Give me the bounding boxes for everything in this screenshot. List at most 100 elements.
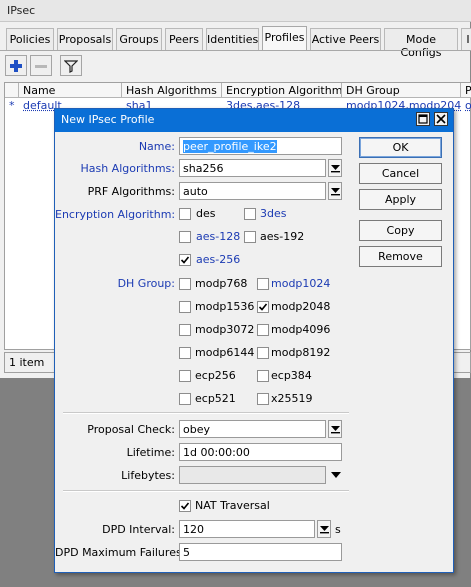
dropdown-arrow-icon (331, 188, 340, 196)
lifebytes-field[interactable] (179, 466, 326, 484)
dh-modp3072-label: modp3072 (195, 323, 255, 336)
dh-ecp521-label: ecp521 (195, 392, 236, 405)
dialog-title: New IPsec Profile (61, 113, 155, 126)
remove-button[interactable] (30, 55, 52, 76)
name-field[interactable]: peer_profile_ike2 (179, 137, 342, 155)
row-marker: * (9, 99, 15, 112)
prf-algorithms-select[interactable]: auto (179, 182, 326, 200)
proposal-check-dropdown[interactable] (328, 420, 342, 438)
dh-x25519-label: x25519 (271, 392, 313, 405)
dh-modp1536-checkbox[interactable] (179, 301, 191, 313)
enc-aes-256-label: aes-256 (196, 253, 241, 266)
checkmark-icon (258, 303, 268, 311)
enc-des-checkbox[interactable] (179, 208, 191, 220)
dh-modp8192-checkbox[interactable] (257, 347, 269, 359)
enc-aes-128-checkbox[interactable] (179, 231, 191, 243)
proposal-check-label: Proposal Check: (87, 423, 175, 436)
lifetime-field[interactable]: 1d 00:00:00 (179, 443, 342, 461)
dropdown-arrow-icon (331, 165, 340, 173)
filter-icon (64, 60, 78, 73)
dh-ecp256-checkbox[interactable] (179, 370, 191, 382)
enc-aes-192-checkbox[interactable] (244, 231, 256, 243)
minus-icon (35, 65, 47, 68)
proposal-check-select[interactable]: obey (179, 420, 326, 438)
filter-button[interactable] (60, 55, 82, 76)
tab-active-peers[interactable]: Active Peers (310, 28, 381, 50)
prf-algorithms-dropdown[interactable] (328, 182, 342, 200)
enc-3des-checkbox[interactable] (244, 208, 256, 220)
enc-aes-192-label: aes-192 (260, 230, 305, 243)
hash-algorithms-select[interactable]: sha256 (179, 159, 326, 177)
hash-algorithms-label: Hash Algorithms: (80, 162, 175, 175)
add-button[interactable] (5, 55, 27, 76)
lifebytes-expand-icon[interactable] (331, 472, 341, 479)
remove-profile-button[interactable]: Remove (359, 246, 442, 267)
plus-icon (10, 60, 22, 72)
close-button[interactable] (434, 112, 448, 126)
nat-traversal-checkbox[interactable] (179, 500, 191, 512)
dh-modp768-checkbox[interactable] (179, 278, 191, 290)
section-divider (63, 412, 349, 414)
maximize-icon (418, 114, 428, 124)
section-divider (63, 490, 349, 492)
dpd-interval-label: DPD Interval: (102, 523, 175, 536)
dh-modp1024-checkbox[interactable] (257, 278, 269, 290)
name-label: Name: (138, 140, 175, 153)
dh-modp2048-label: modp2048 (271, 300, 331, 313)
dh-modp4096-label: modp4096 (271, 323, 331, 336)
dh-modp768-label: modp768 (195, 277, 248, 290)
tab-peers[interactable]: Peers (165, 28, 203, 50)
dh-ecp384-label: ecp384 (271, 369, 312, 382)
column-proposal[interactable]: Pr (461, 83, 471, 98)
lifebytes-label: Lifebytes: (121, 469, 175, 482)
dh-x25519-checkbox[interactable] (257, 393, 269, 405)
tab-policies[interactable]: Policies (6, 28, 54, 50)
dh-modp2048-checkbox[interactable] (257, 301, 269, 313)
dh-modp1024-label: modp1024 (271, 277, 331, 290)
dpd-interval-dropdown[interactable] (317, 520, 331, 538)
dh-ecp384-checkbox[interactable] (257, 370, 269, 382)
cancel-button[interactable]: Cancel (359, 163, 442, 184)
dpd-max-failures-label: DPD Maximum Failures: (55, 546, 186, 559)
dh-ecp521-checkbox[interactable] (179, 393, 191, 405)
ok-button[interactable]: OK (359, 137, 442, 158)
copy-button[interactable]: Copy (359, 220, 442, 241)
dialog-titlebar[interactable]: New IPsec Profile (55, 109, 453, 132)
tab-mode-configs[interactable]: Mode Configs (384, 28, 458, 59)
lifetime-label: Lifetime: (126, 446, 175, 459)
enc-aes-256-checkbox[interactable] (179, 254, 191, 266)
encryption-algorithm-label: Encryption Algorithm: (55, 208, 176, 221)
apply-button[interactable]: Apply (359, 189, 442, 210)
dh-modp1536-label: modp1536 (195, 300, 255, 313)
tab-groups[interactable]: Groups (116, 28, 162, 50)
tab-divider (0, 50, 471, 51)
nat-traversal-label: NAT Traversal (195, 499, 270, 512)
tab-identities[interactable]: Identities (206, 28, 259, 50)
dh-modp6144-checkbox[interactable] (179, 347, 191, 359)
row-proposal[interactable]: ob (461, 99, 471, 113)
tab-profiles[interactable]: Profiles (262, 26, 307, 51)
column-marker (5, 83, 19, 98)
dh-modp4096-checkbox[interactable] (257, 324, 269, 336)
checkmark-icon (180, 502, 190, 510)
close-icon (436, 114, 446, 124)
name-value: peer_profile_ike2 (183, 140, 277, 153)
dpd-interval-unit: s (335, 523, 341, 536)
dpd-interval-field[interactable]: 120 (179, 520, 315, 538)
column-encryption-algorithm[interactable]: Encryption Algorithm (222, 83, 342, 98)
dpd-max-failures-field[interactable]: 5 (179, 543, 342, 561)
item-count: 1 item (9, 356, 45, 369)
dh-modp6144-label: modp6144 (195, 346, 255, 359)
hash-algorithms-dropdown[interactable] (328, 159, 342, 177)
column-hash-algorithms[interactable]: Hash Algorithms (122, 83, 222, 98)
dh-ecp256-label: ecp256 (195, 369, 236, 382)
dropdown-arrow-icon (320, 526, 329, 534)
tab-more[interactable]: I (461, 28, 471, 50)
tab-proposals[interactable]: Proposals (57, 28, 113, 50)
maximize-button[interactable] (416, 112, 430, 126)
dh-modp3072-checkbox[interactable] (179, 324, 191, 336)
dh-group-label: DH Group: (117, 277, 175, 290)
column-dh-group[interactable]: DH Group (342, 83, 461, 98)
column-name[interactable]: Name (19, 83, 122, 98)
new-ipsec-profile-dialog: New IPsec Profile Name: peer_profile_ike… (54, 108, 454, 573)
